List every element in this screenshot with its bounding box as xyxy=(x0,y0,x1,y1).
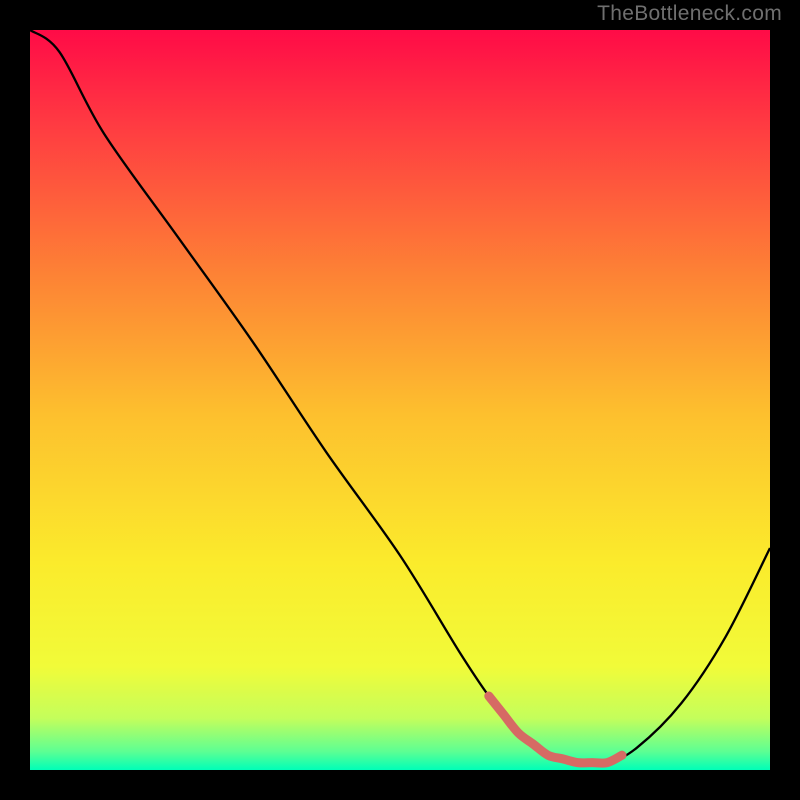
chart-stage: TheBottleneck.com xyxy=(0,0,800,800)
plot-area xyxy=(30,30,770,770)
watermark-text: TheBottleneck.com xyxy=(597,2,782,26)
gradient-background xyxy=(30,30,770,770)
chart-svg xyxy=(30,30,770,770)
